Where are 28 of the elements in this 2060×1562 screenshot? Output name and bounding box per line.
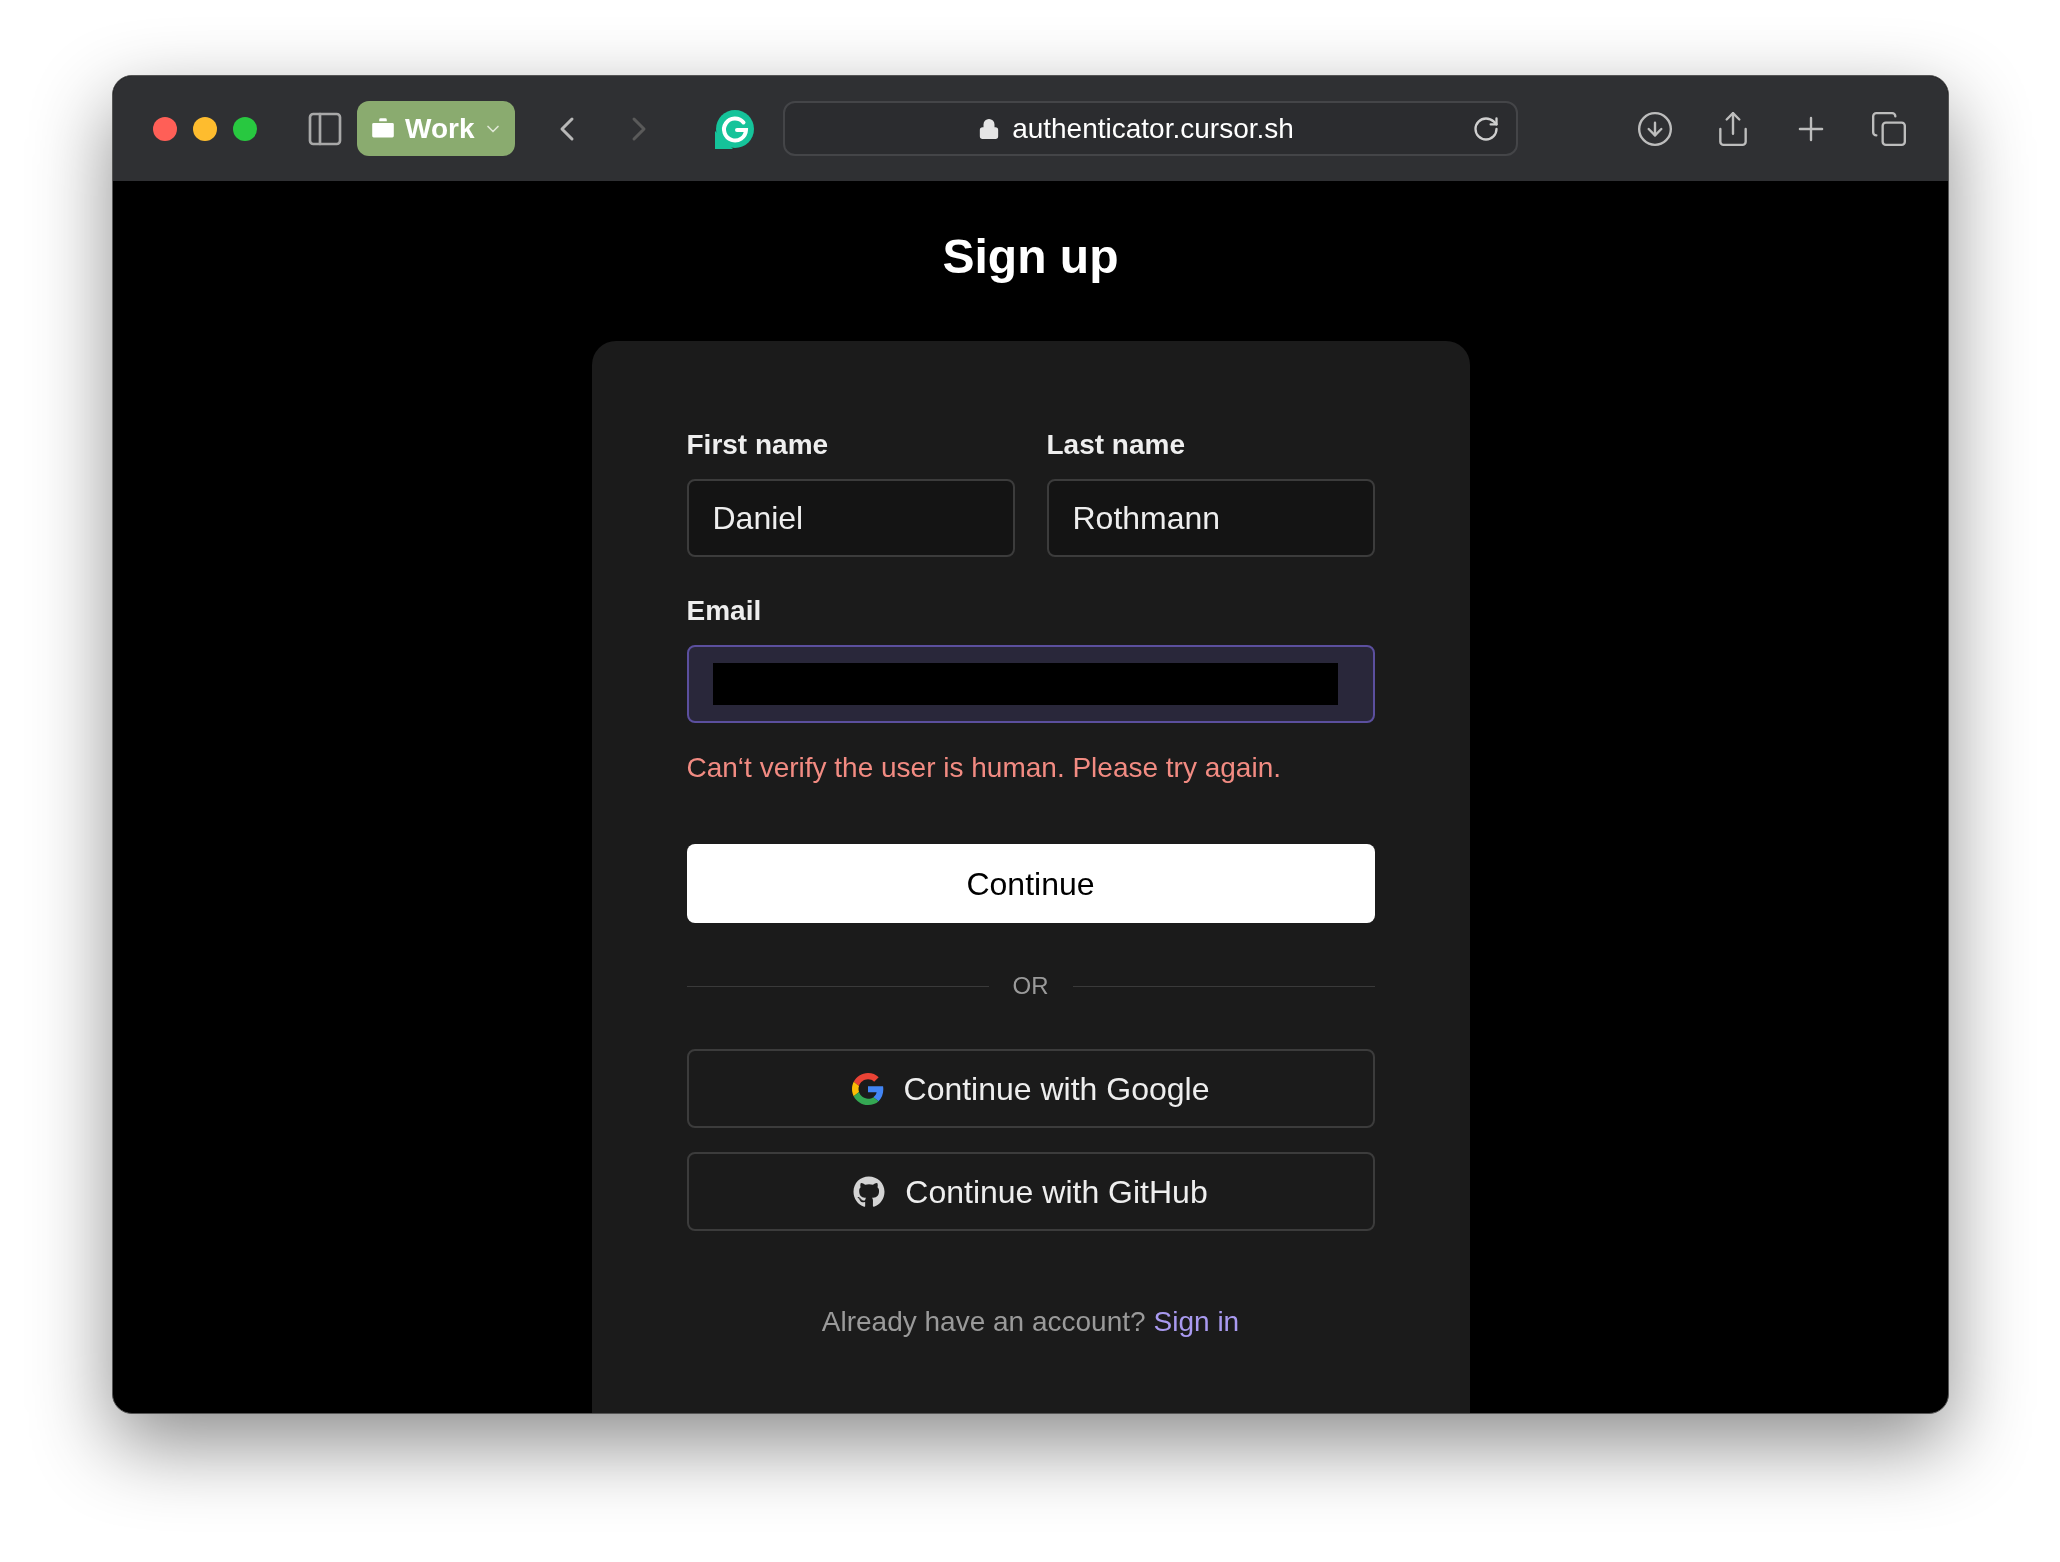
g-logo-icon[interactable] — [714, 108, 755, 149]
close-window-button[interactable] — [153, 116, 177, 141]
url-text: authenticator.cursor.sh — [1012, 111, 1294, 146]
error-message: Can‘t verify the user is human. Please try again. — [686, 751, 1282, 785]
account-prompt: Already have an account? — [821, 1305, 1146, 1339]
github-logo-icon — [853, 1175, 886, 1208]
oauth-button[interactable]: Continue with Google — [686, 1049, 1375, 1128]
google-logo-icon — [851, 1072, 884, 1105]
minimize-window-button[interactable] — [193, 116, 217, 141]
tabs-overview-icon[interactable] — [1870, 109, 1908, 148]
divider-label: OR — [1012, 971, 1049, 1001]
download-icon[interactable] — [1636, 109, 1674, 148]
page-title: Sign up — [942, 233, 1119, 281]
lock-icon — [978, 117, 1001, 140]
field-value: Rothmann — [1072, 499, 1221, 538]
continue-button[interactable]: Continue — [686, 844, 1375, 923]
field-label: Last name — [1046, 431, 1186, 459]
zoom-window-button[interactable] — [233, 116, 257, 141]
input-field[interactable]: Daniel — [686, 479, 1015, 557]
sign-in-link[interactable]: Sign in — [1153, 1301, 1240, 1343]
field-label: First name — [686, 431, 830, 459]
input-field[interactable] — [686, 645, 1375, 723]
address-bar[interactable]: authenticator.cursor.sh — [782, 101, 1518, 156]
input-field[interactable]: Rothmann — [1046, 479, 1375, 557]
field-value: Daniel — [712, 499, 804, 538]
field-label: Email — [686, 597, 763, 625]
reload-icon[interactable] — [1471, 114, 1500, 143]
oauth-button[interactable]: Continue with GitHub — [686, 1152, 1375, 1231]
